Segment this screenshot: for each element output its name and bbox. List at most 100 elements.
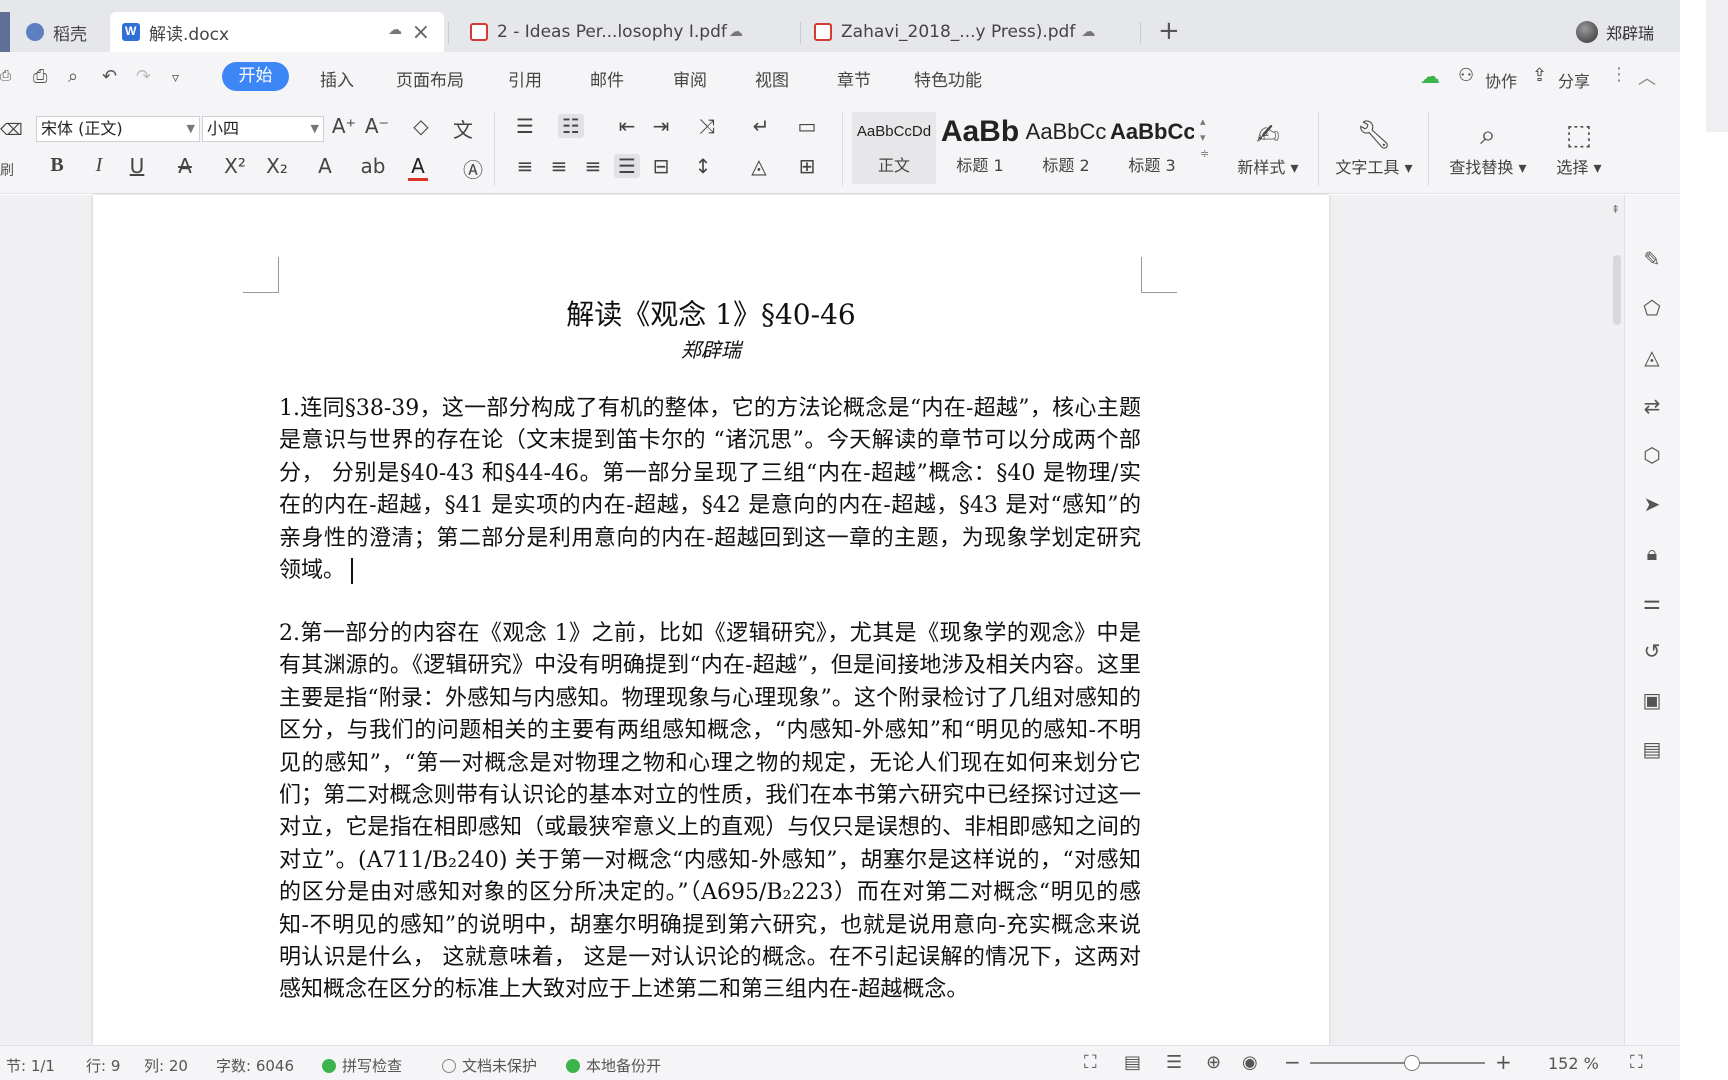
pdf-export-icon[interactable]: ⎙ [0,68,11,84]
close-tab-icon[interactable]: × [412,20,430,45]
lock-icon[interactable]: 🔒︎ [1639,541,1665,565]
doc-protect-button[interactable]: 文档未保护 [442,1055,537,1076]
sidebar-toggle-strip[interactable] [0,12,10,52]
zoom-out-button[interactable]: − [1284,1050,1301,1074]
justify-icon[interactable]: ☰ [614,154,640,178]
collapse-ribbon-icon[interactable]: ︿ [1638,64,1656,90]
bullet-list-icon[interactable]: ☰ [512,114,538,138]
tab-pdf-zahavi[interactable]: Zahavi_2018_...y Press).pdf ☁ [806,12,1136,52]
italic-icon[interactable]: I [86,154,112,177]
user-account[interactable]: 郑辟瑞 [1576,20,1654,44]
redo-icon[interactable]: ↷ [136,66,151,87]
zoom-slider[interactable] [1310,1062,1485,1064]
align-right-icon[interactable]: ≡ [580,154,606,178]
menu-view[interactable]: 视图 [755,66,789,91]
highlight-icon[interactable]: ab [360,154,386,178]
paragraph-1[interactable]: 1.连同§38-39，这一部分构成了有机的整体，它的方法论概念是“内在-超越”，… [279,393,1141,587]
paragraph-2[interactable]: 2.第一部分的内容在《观念 1》之前，比如《逻辑研究》，尤其是《现象学的观念》中… [279,618,1141,1007]
styles-scroll-icon[interactable]: ▴ ▾ ≑ [1200,114,1209,162]
customize-quick-access-icon[interactable]: ▿ [172,70,179,86]
style-icon[interactable]: ◬ [1639,345,1665,369]
font-size-select[interactable]: 小四 ▼ [202,116,324,142]
shading-icon[interactable]: ◬ [746,154,772,178]
zoom-in-button[interactable]: + [1495,1050,1512,1074]
zoom-slider-handle[interactable] [1403,1055,1420,1071]
eye-protect-icon[interactable]: ◉ [1242,1052,1258,1073]
print-preview-icon[interactable]: ⌕ [68,66,78,87]
strikethrough-icon[interactable]: A [172,154,198,178]
line-break-icon[interactable]: ↵ [748,114,774,138]
share-icon[interactable]: ⇪ [1532,65,1547,86]
font-color-icon[interactable]: A [408,154,428,181]
scroll-up-icon[interactable]: ⇞ [1611,203,1620,216]
menu-chapter[interactable]: 章节 [837,66,871,91]
new-tab-button[interactable]: + [1158,16,1180,46]
tab-daoke[interactable]: 稻壳 [14,12,106,52]
image-text-icon[interactable]: ▣ [1639,688,1665,712]
collab-icon[interactable]: ⚇ [1458,65,1474,86]
text-direction-icon[interactable]: ⤨ [694,114,720,138]
cursor-icon[interactable]: ➤ [1639,492,1665,516]
underline-icon[interactable]: U [124,154,150,178]
menu-page-layout[interactable]: 页面布局 [396,66,464,91]
pen-icon[interactable]: ✎ [1639,247,1665,271]
char-border-icon[interactable]: Ⓐ [460,154,486,183]
cloud-sync-icon[interactable]: ☁ [1420,64,1440,88]
share-button[interactable]: 分享 [1558,68,1590,92]
decrease-font-icon[interactable]: A⁻ [364,114,390,138]
shapes-icon[interactable]: ⬠ [1639,296,1665,320]
distributed-align-icon[interactable]: ⊟ [648,154,674,178]
menu-review[interactable]: 审阅 [673,66,707,91]
sliders-icon[interactable]: ⚌ [1639,590,1665,614]
subscript-icon[interactable]: X₂ [264,154,290,178]
page-view-icon[interactable]: ▤ [1124,1052,1141,1073]
new-style-button[interactable]: ✍ 新样式 ▾ [1226,118,1310,178]
collab-button[interactable]: 协作 [1485,68,1517,92]
menu-start[interactable]: 开始 [222,62,289,91]
line-spacing-icon[interactable]: ↕ [690,154,716,178]
increase-indent-icon[interactable]: ⇥ [648,114,674,138]
menu-references[interactable]: 引用 [508,66,542,91]
align-center-icon[interactable]: ≡ [546,154,572,178]
increase-font-icon[interactable]: A⁺ [331,114,357,138]
spell-check-button[interactable]: 拼写检查 [322,1055,402,1076]
gallery-icon[interactable]: ▤ [1639,737,1665,761]
select-button[interactable]: ⬚ 选择 ▾ [1546,118,1612,178]
tab-pdf-ideas[interactable]: 2 - Ideas Per...losophy I.pdf ☁ [460,12,800,52]
ruler-icon[interactable]: ▭ [794,114,820,138]
phonetic-guide-icon[interactable]: 文 [450,114,476,143]
local-backup-button[interactable]: 本地备份开 [566,1055,661,1076]
borders-icon[interactable]: ⊞ [794,154,820,178]
superscript-icon[interactable]: X² [222,154,248,178]
outline-view-icon[interactable]: ☰ [1166,1052,1182,1073]
format-painter-icon[interactable]: ⌫ [0,120,23,139]
font-name-select[interactable]: 宋体 (正文) ▼ [36,116,200,142]
numbered-list-icon[interactable]: ☷ [558,114,584,138]
style-normal[interactable]: AaBbCcDd 正文 [852,112,936,184]
fit-page-icon[interactable]: ⛶ [1630,1052,1643,1073]
text-effect-icon[interactable]: A [312,154,338,178]
word-count[interactable]: 字数: 6046 [216,1055,294,1076]
decrease-indent-icon[interactable]: ⇤ [614,114,640,138]
undo-icon[interactable]: ↶ [102,66,117,87]
style-heading-3[interactable]: AaBbCc 标题 3 [1110,112,1194,184]
tab-docx-active[interactable]: 解读.docx ☁ × [110,12,444,52]
translate-icon[interactable]: ⇄ [1639,394,1665,418]
style-heading-2[interactable]: AaBbCc 标题 2 [1024,112,1108,184]
clear-format-icon[interactable]: ◇ [408,114,434,138]
text-tools-button[interactable]: 🔧︎ 文字工具 ▾ [1326,118,1422,178]
align-left-icon[interactable]: ≡ [512,154,538,178]
menu-insert[interactable]: 插入 [320,66,354,91]
zoom-level[interactable]: 152 % [1548,1054,1599,1073]
menu-special-features[interactable]: 特色功能 [914,66,982,91]
scrollbar-thumb[interactable] [1613,255,1621,325]
history-icon[interactable]: ↺ [1639,639,1665,663]
web-view-icon[interactable]: ⊕ [1206,1052,1221,1073]
more-icon[interactable]: ⋮ [1610,64,1628,85]
bold-icon[interactable]: B [44,154,70,177]
fullscreen-icon[interactable]: ⛶ [1084,1052,1097,1073]
hexagon-icon[interactable]: ⬡ [1639,443,1665,467]
menu-mail[interactable]: 邮件 [590,66,624,91]
document-page[interactable]: 解读《观念 1》§40-46 郑辟瑞 1.连同§38-39，这一部分构成了有机的… [93,195,1329,1045]
print-icon[interactable]: ⎙ [33,66,47,87]
